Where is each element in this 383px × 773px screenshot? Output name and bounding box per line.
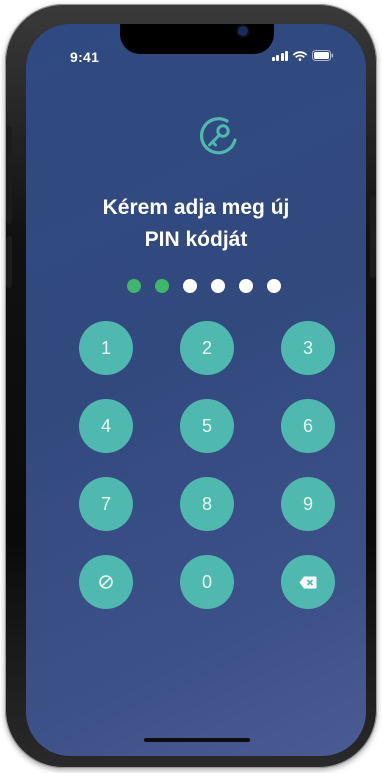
keypad-key-4[interactable]: 4 — [79, 399, 133, 453]
backspace-button[interactable] — [281, 555, 335, 609]
keypad-key-label: 2 — [201, 337, 212, 358]
pin-dot-empty — [183, 279, 197, 293]
pin-indicator — [127, 279, 281, 293]
screen: 9:41 Kérem adja meg új PIN kódját 1 2 3 … — [26, 24, 366, 756]
keypad-key-5[interactable]: 5 — [180, 399, 234, 453]
volume-down-button — [6, 236, 12, 288]
backspace-icon — [299, 576, 317, 589]
keypad-key-7[interactable]: 7 — [79, 477, 133, 531]
mute-switch — [6, 126, 12, 154]
keypad-key-label: 0 — [201, 571, 212, 592]
keypad-key-label: 5 — [201, 415, 212, 436]
keypad-key-label: 3 — [302, 337, 313, 358]
power-button — [370, 196, 376, 278]
battery-icon — [312, 50, 334, 61]
pin-dot-empty — [211, 279, 225, 293]
status-time: 9:41 — [70, 49, 100, 65]
pin-dot-empty — [239, 279, 253, 293]
keypad-key-6[interactable]: 6 — [281, 399, 335, 453]
keypad-key-8[interactable]: 8 — [180, 477, 234, 531]
cancel-button[interactable] — [79, 555, 133, 609]
keypad-key-2[interactable]: 2 — [180, 321, 234, 375]
keypad-key-label: 6 — [302, 415, 313, 436]
keypad: 1 2 3 4 5 6 7 8 9 0 — [79, 321, 335, 609]
page-title-line2: PIN kódját — [144, 228, 248, 251]
keypad-key-label: 9 — [302, 493, 313, 514]
wifi-icon — [293, 50, 307, 61]
pin-dot-filled — [155, 279, 169, 293]
page-title-line1: Kérem adja meg új — [102, 196, 290, 219]
keypad-key-9[interactable]: 9 — [281, 477, 335, 531]
signal-icon — [271, 50, 288, 61]
keypad-key-3[interactable]: 3 — [281, 321, 335, 375]
camera-icon — [238, 26, 248, 36]
cancel-icon — [98, 574, 114, 590]
keypad-key-label: 8 — [201, 493, 212, 514]
pin-dot-filled — [127, 279, 141, 293]
volume-up-button — [6, 172, 12, 224]
keypad-key-1[interactable]: 1 — [79, 321, 133, 375]
keypad-key-label: 1 — [100, 337, 111, 358]
home-indicator[interactable] — [144, 738, 250, 742]
keypad-key-label: 4 — [100, 415, 111, 436]
pin-dot-empty — [267, 279, 281, 293]
notch — [120, 24, 274, 54]
keypad-key-label: 7 — [100, 493, 111, 514]
key-icon — [197, 114, 241, 158]
keypad-key-0[interactable]: 0 — [180, 555, 234, 609]
phone-frame: 9:41 Kérem adja meg új PIN kódját 1 2 3 … — [5, 4, 377, 768]
status-icons — [271, 50, 335, 61]
